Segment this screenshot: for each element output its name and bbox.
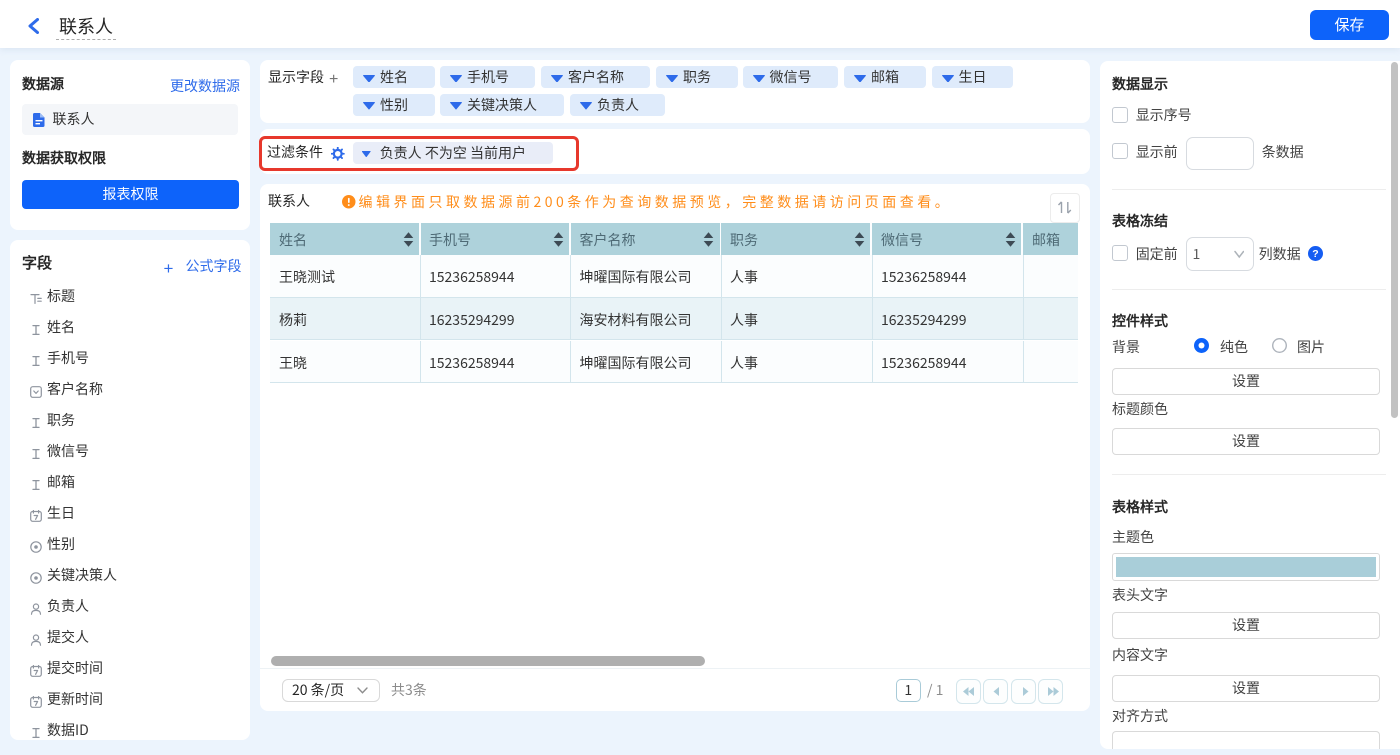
svg-text:?: ?: [1312, 249, 1318, 261]
